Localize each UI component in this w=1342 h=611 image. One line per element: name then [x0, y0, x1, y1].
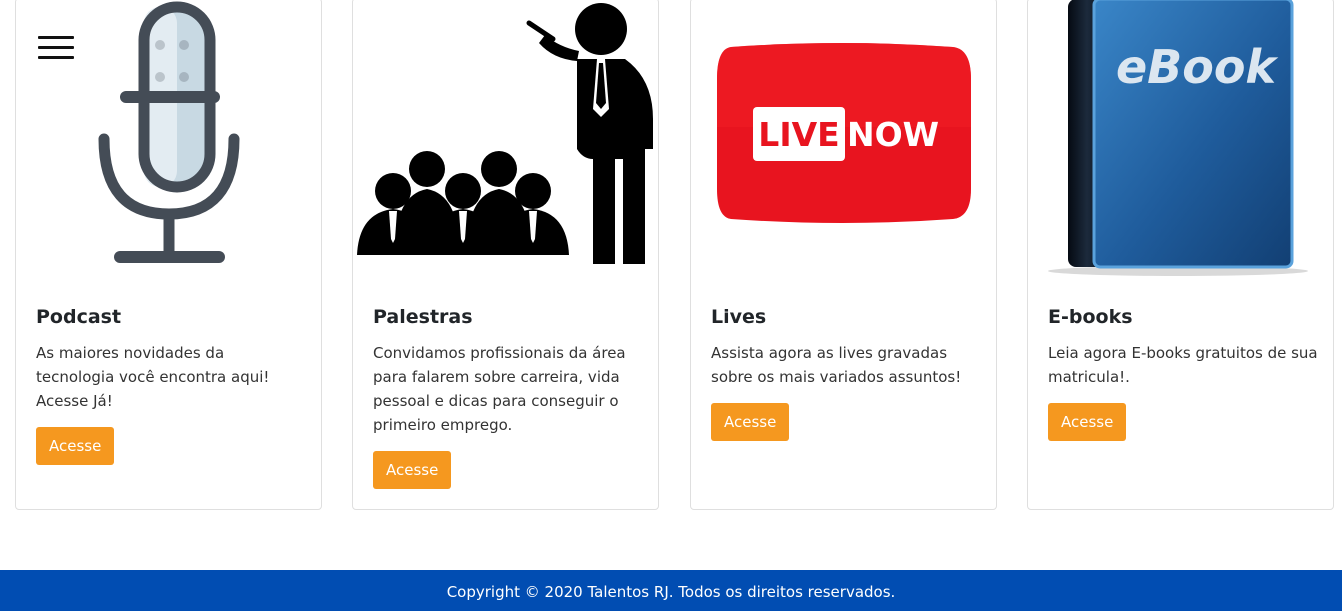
card-ebooks: eBook E-books Leia agora E-books gratuit…	[1027, 0, 1334, 510]
card-image: eBook	[1028, 0, 1333, 281]
card-title: Podcast	[36, 306, 122, 328]
acesse-button[interactable]: Acesse	[1048, 403, 1127, 441]
card-body: Lives Assista agora as lives gravadas so…	[711, 305, 981, 441]
card-title: Palestras	[373, 306, 473, 328]
card-text: Convidamos profissionais da área para fa…	[373, 344, 626, 434]
card-text: Assista agora as lives gravadas sobre os…	[711, 344, 962, 386]
card-image: LIVE NOW	[691, 0, 996, 281]
card-text: Leia agora E-books gratuitos de sua matr…	[1048, 344, 1318, 386]
acesse-button[interactable]: Acesse	[711, 403, 790, 441]
card-title: E-books	[1048, 306, 1133, 328]
live-label: LIVE	[758, 115, 839, 154]
menu-line	[38, 46, 74, 49]
card-image	[353, 0, 658, 281]
menu-line	[38, 56, 74, 59]
ebook-icon: eBook	[1048, 0, 1308, 276]
ebook-cover-label: eBook	[1116, 40, 1278, 94]
now-label: NOW	[847, 115, 939, 154]
menu-line	[38, 36, 74, 39]
acesse-button[interactable]: Acesse	[373, 451, 452, 489]
acesse-button[interactable]: Acesse	[36, 427, 115, 465]
footer: Copyright © 2020 Talentos RJ. Todos os d…	[0, 570, 1342, 611]
speaker-audience-icon	[357, 3, 653, 264]
card-text: As maiores novidades da tecnologia você …	[36, 344, 270, 410]
live-now-icon: LIVE NOW	[717, 43, 971, 223]
card-body: E-books Leia agora E-books gratuitos de …	[1048, 305, 1318, 441]
card-podcast: Podcast As maiores novidades da tecnolog…	[15, 0, 322, 510]
copyright-text: Copyright © 2020 Talentos RJ. Todos os d…	[446, 583, 896, 601]
card-body: Palestras Convidamos profissionais da ár…	[373, 305, 643, 489]
card-title: Lives	[711, 306, 767, 328]
card-body: Podcast As maiores novidades da tecnolog…	[36, 305, 306, 465]
card-palestras: Palestras Convidamos profissionais da ár…	[352, 0, 659, 510]
hamburger-menu-icon[interactable]	[38, 36, 74, 60]
card-lives: LIVE NOW Lives Assista agora as lives gr…	[690, 0, 997, 510]
